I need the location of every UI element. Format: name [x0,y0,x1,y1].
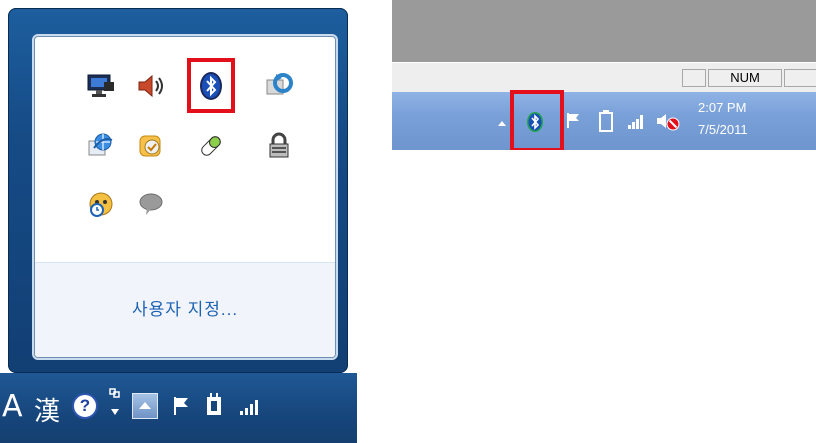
sync-icon[interactable] [263,70,295,102]
internet-globe-icon[interactable] [85,130,117,162]
bluetooth-icon[interactable] [524,110,546,134]
flyout-content: 사용자 지정... [34,36,336,358]
show-hidden-icons-button[interactable] [496,116,508,128]
battery-icon[interactable] [598,108,614,134]
status-bar: NUM [392,62,816,93]
action-center-flag-icon[interactable] [564,110,584,132]
chevron-up-icon [498,121,506,126]
customize-link[interactable]: 사용자 지정... [35,295,335,320]
lock-icon[interactable] [263,130,295,162]
status-field-scroll [784,69,816,87]
language-indicator[interactable]: A [2,389,23,424]
clock-date[interactable]: 7/5/2011 [698,122,778,137]
show-hidden-icons-button[interactable] [132,393,158,419]
messenger-icon[interactable] [135,130,167,162]
power-plug-icon[interactable] [202,391,228,421]
right-taskbar: 2:07 PM 7/5/2011 [392,90,816,150]
num-lock-indicator: NUM [730,70,760,85]
clock-time[interactable]: 2:07 PM [698,100,778,115]
overflow-flyout-screenshot: 사용자 지정... A 漢 ? [0,0,357,443]
network-icon[interactable] [85,70,117,102]
notification-overflow-flyout: 사용자 지정... [8,8,348,373]
bluetooth-icon[interactable] [195,70,227,102]
flyout-footer: 사용자 지정... [35,263,335,357]
ime-hanja-indicator[interactable]: 漢 [34,391,60,428]
help-icon[interactable]: ? [72,393,98,419]
clock-face-icon[interactable] [85,188,117,220]
speech-bubble-icon[interactable] [135,188,167,220]
window-background [392,0,816,62]
tray-icon-grid [35,37,335,262]
volume-icon[interactable] [135,70,167,102]
wireless-signal-icon[interactable] [626,110,648,132]
left-taskbar: A 漢 ? [0,373,357,443]
help-icon-glyph: ? [79,396,91,415]
pill-icon[interactable] [195,130,227,162]
action-center-flag-icon[interactable] [168,393,194,419]
volume-muted-icon[interactable] [654,110,682,132]
ime-options-icon[interactable] [108,387,122,421]
taskbar-tray-screenshot: NUM 2:07 PM 7/5/2011 [392,0,816,150]
chevron-up-icon [139,402,151,409]
status-field-empty [682,69,706,87]
status-field-num: NUM [708,69,782,87]
wireless-signal-icon[interactable] [238,395,264,417]
